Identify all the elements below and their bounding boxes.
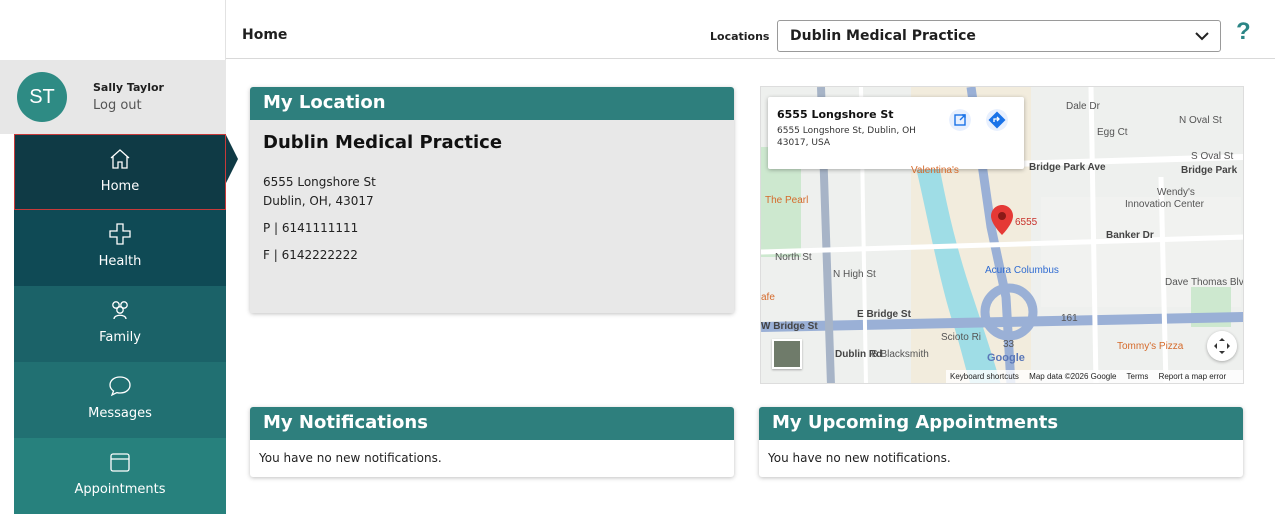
appointments-empty-text: You have no new notifications.: [768, 451, 951, 465]
card-header: My Location: [250, 87, 734, 120]
locations-label: Locations: [710, 30, 770, 43]
sidebar-item-label: Appointments: [74, 482, 166, 497]
chevron-down-icon: [1195, 32, 1209, 41]
map-label: 161: [1061, 313, 1078, 324]
page-title: Home: [242, 27, 288, 43]
card-body: Dublin Medical Practice 6555 Longshore S…: [250, 120, 734, 313]
sidebar-item-home[interactable]: Home: [14, 134, 226, 210]
map-label: afe: [761, 292, 775, 303]
logout-link[interactable]: Log out: [93, 98, 142, 113]
sidebar-item-health[interactable]: Health: [14, 210, 226, 286]
card-header: My Upcoming Appointments: [759, 407, 1243, 440]
map-label: 6555: [1015, 217, 1038, 228]
top-bar: Home Locations Dublin Medical Practice ?: [0, 0, 1275, 60]
user-panel: ST Sally Taylor Log out: [0, 60, 226, 134]
calendar-icon: [110, 453, 130, 472]
sidebar-item-appointments[interactable]: Appointments: [14, 438, 226, 514]
notifications-card: My Notifications You have no new notific…: [250, 407, 734, 477]
sidebar-item-label: Family: [99, 330, 141, 345]
map-label: Bridge Park Ave: [1029, 162, 1106, 173]
map-label: Valentina's: [911, 165, 959, 176]
sidebar-item-label: Messages: [88, 406, 152, 421]
google-logo: Google: [987, 352, 1025, 364]
map-label: E Bridge St: [857, 309, 911, 320]
map-label: Dave Thomas Blvd: [1165, 277, 1244, 288]
popup-address: 6555 Longshore St, Dublin, OH 43017, USA: [777, 126, 916, 148]
map-label: N Oval St: [1179, 115, 1222, 126]
map-label: S Oval St: [1191, 151, 1234, 162]
sidebar-nav: Home Health Family Messages Appointments: [14, 134, 226, 514]
map-label: Innovation Center: [1125, 199, 1204, 210]
appointments-card: My Upcoming Appointments You have no new…: [759, 407, 1243, 477]
map-label: W Bridge St: [761, 321, 818, 332]
user-name: Sally Taylor: [93, 81, 164, 94]
map-data-text: Map data ©2026 Google: [1029, 372, 1117, 381]
fullscreen-icon[interactable]: [1207, 331, 1237, 361]
home-icon: [110, 149, 130, 169]
sidebar-item-label: Health: [98, 254, 142, 269]
map-label: North St: [775, 252, 812, 263]
my-location-card: My Location Dublin Medical Practice 6555…: [250, 87, 734, 313]
avatar: ST: [17, 72, 67, 122]
popup-title: 6555 Longshore St: [777, 108, 894, 121]
location-map[interactable]: 6555 Longshore St 6555 Longshore St, Dub…: [760, 86, 1244, 384]
map-info-popup: 6555 Longshore St 6555 Longshore St, Dub…: [768, 97, 1024, 169]
location-select-value: Dublin Medical Practice: [790, 28, 976, 44]
map-footer: Keyboard shortcuts Map data ©2026 Google…: [946, 370, 1243, 383]
map-label: Egg Ct: [1097, 127, 1128, 138]
sidebar-item-label: Home: [100, 179, 140, 194]
help-button[interactable]: ?: [1236, 18, 1251, 46]
people-icon: [112, 301, 128, 320]
fax-number: F | 6142222222: [263, 248, 358, 262]
directions-icon[interactable]: [986, 109, 1008, 131]
map-label: S Blacksmith: [871, 349, 929, 360]
active-nav-pointer: [226, 135, 238, 183]
sidebar: ST Sally Taylor Log out Home Health Fami…: [0, 60, 226, 520]
map-label: Scioto Ri: [941, 332, 982, 343]
open-external-icon[interactable]: [949, 109, 971, 131]
keyboard-shortcuts-link[interactable]: Keyboard shortcuts: [950, 372, 1019, 381]
sidebar-item-messages[interactable]: Messages: [14, 362, 226, 438]
practice-name: Dublin Medical Practice: [263, 132, 503, 153]
map-label: Tommy's Pizza: [1117, 341, 1184, 352]
notifications-empty-text: You have no new notifications.: [259, 451, 442, 465]
location-pin-icon[interactable]: [991, 205, 1013, 235]
phone-number: P | 6141111111: [263, 221, 359, 235]
location-select[interactable]: Dublin Medical Practice: [777, 20, 1221, 52]
header-divider: [226, 58, 1275, 59]
map-label: Bridge Park: [1181, 165, 1238, 176]
map-label: Wendy's: [1157, 187, 1195, 198]
map-label: Dale Dr: [1066, 101, 1100, 112]
chat-bubble-icon: [109, 376, 131, 397]
city-state-zip: Dublin, OH, 43017: [263, 194, 374, 208]
report-error-link[interactable]: Report a map error: [1159, 372, 1227, 381]
satellite-toggle[interactable]: [772, 339, 802, 369]
map-label: N High St: [833, 269, 876, 280]
map-label: Banker Dr: [1106, 230, 1154, 241]
card-header: My Notifications: [250, 407, 734, 440]
map-label: 33: [1003, 339, 1015, 350]
logo-area: [0, 0, 226, 60]
street-address: 6555 Longshore St: [263, 175, 376, 189]
plus-icon: [109, 223, 131, 245]
terms-link[interactable]: Terms: [1127, 372, 1149, 381]
sidebar-item-family[interactable]: Family: [14, 286, 226, 362]
map-label: The Pearl: [765, 195, 809, 206]
map-label: Acura Columbus: [985, 265, 1059, 276]
